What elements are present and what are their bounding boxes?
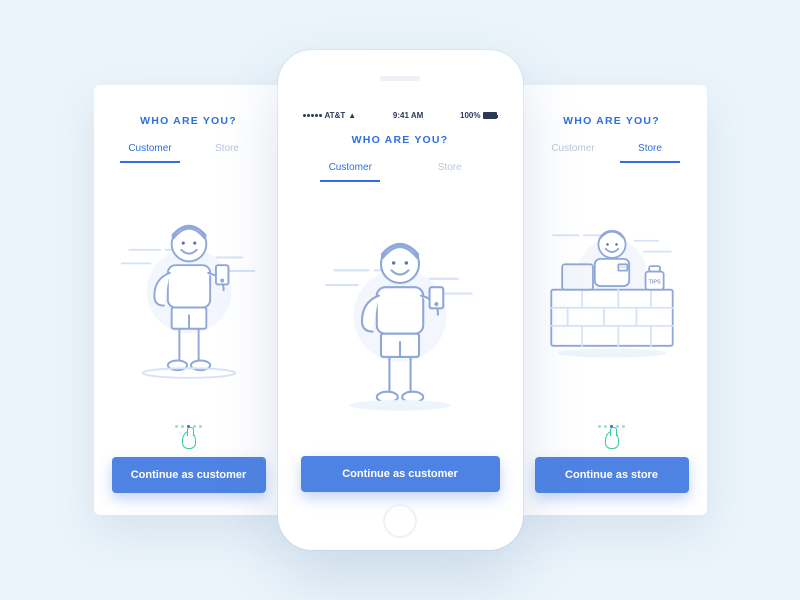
battery-percent: 100% (460, 111, 480, 120)
tab-customer[interactable]: Customer (543, 143, 603, 163)
onboarding-card-right: WHO ARE YOU? Customer Store (517, 85, 707, 515)
carrier-label: AT&T (325, 111, 346, 120)
phone-mockup: AT&T ▲ 9:41 AM 100% WHO ARE YOU? Custome… (278, 50, 523, 550)
battery-icon (483, 112, 497, 119)
continue-as-customer-button[interactable]: Continue as customer (112, 457, 266, 493)
tab-customer[interactable]: Customer (120, 143, 180, 163)
customer-figure-icon (112, 206, 266, 386)
page-title: WHO ARE YOU? (140, 115, 237, 127)
tips-jar-label: TIPS (648, 279, 660, 285)
clock: 9:41 AM (393, 111, 423, 120)
role-tabs: Customer Store (112, 143, 266, 163)
tab-customer[interactable]: Customer (320, 162, 380, 182)
store-figure-icon: TIPS (535, 211, 689, 381)
tab-store[interactable]: Store (620, 143, 680, 163)
customer-figure-icon (315, 226, 485, 416)
tab-store[interactable]: Store (197, 143, 257, 163)
continue-as-customer-button[interactable]: Continue as customer (301, 456, 500, 492)
swipe-finger-icon (182, 431, 196, 449)
illustration-store: TIPS (535, 171, 689, 421)
page-title: WHO ARE YOU? (352, 134, 449, 146)
signal-icon (303, 114, 322, 117)
continue-as-store-button[interactable]: Continue as store (535, 457, 689, 493)
status-bar: AT&T ▲ 9:41 AM 100% (301, 111, 500, 126)
wifi-icon: ▲ (348, 111, 356, 120)
page-title: WHO ARE YOU? (563, 115, 660, 127)
swipe-hint (175, 425, 202, 449)
phone-frame: AT&T ▲ 9:41 AM 100% WHO ARE YOU? Custome… (278, 50, 523, 550)
illustration-customer (112, 171, 266, 421)
role-tabs: Customer Store (535, 143, 689, 163)
tab-store[interactable]: Store (420, 162, 480, 182)
onboarding-card-center: AT&T ▲ 9:41 AM 100% WHO ARE YOU? Custome… (293, 105, 508, 502)
onboarding-card-left: WHO ARE YOU? Customer Store (94, 85, 284, 515)
swipe-hint (598, 425, 625, 449)
illustration-customer (301, 190, 500, 452)
role-tabs: Customer Store (301, 162, 500, 182)
swipe-finger-icon (605, 431, 619, 449)
